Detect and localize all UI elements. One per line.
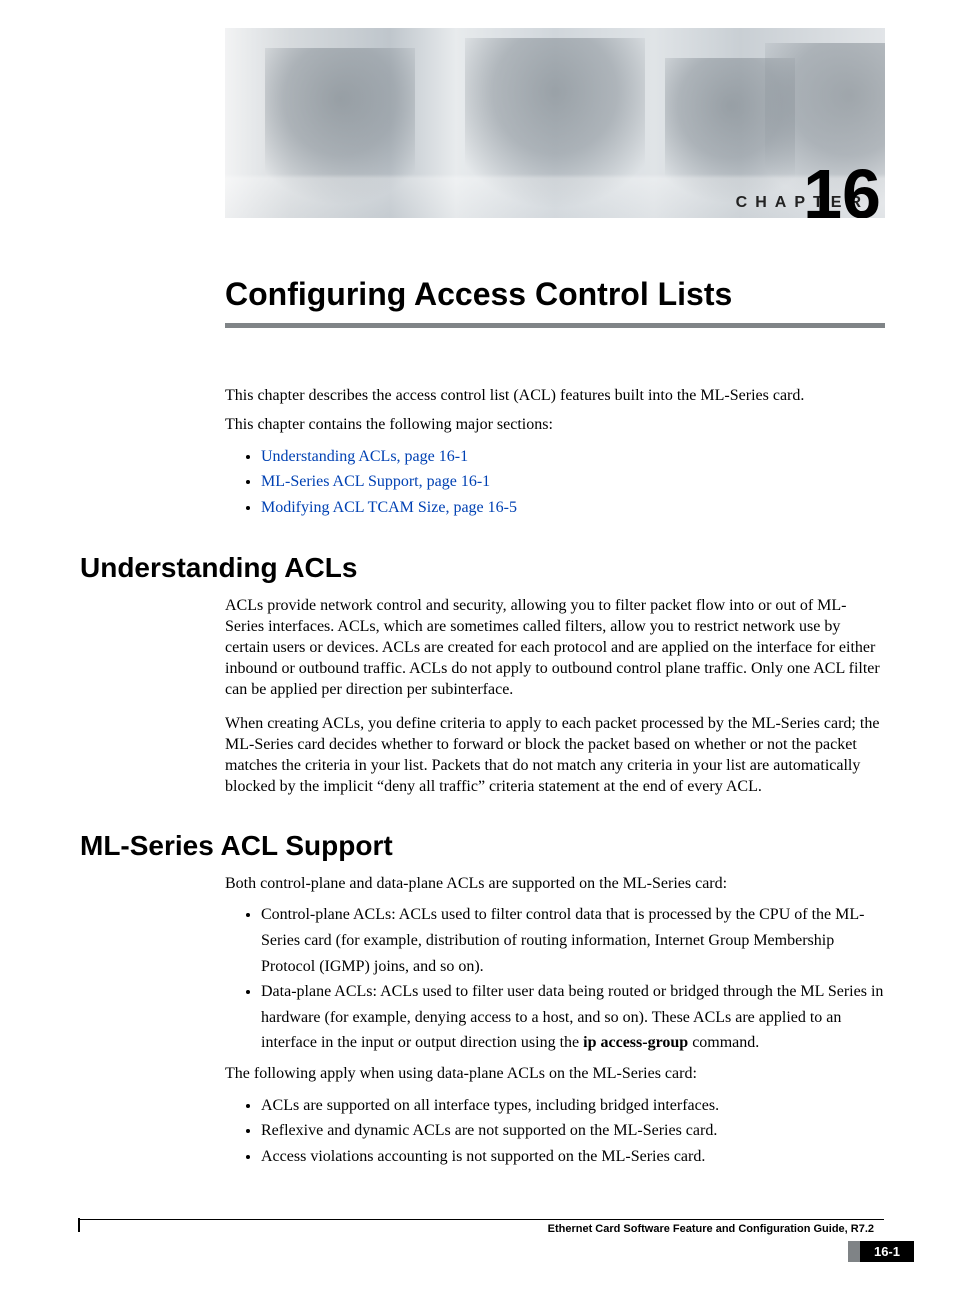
toc-link[interactable]: ML-Series ACL Support, page 16-1 xyxy=(261,469,884,495)
list-item-text: command. xyxy=(688,1034,759,1051)
intro-paragraph: This chapter contains the following majo… xyxy=(225,415,884,436)
toc-link[interactable]: Understanding ACLs, page 16-1 xyxy=(261,444,884,470)
chapter-banner: CHAPTER 16 xyxy=(225,28,885,218)
body-paragraph: The following apply when using data-plan… xyxy=(225,1064,884,1085)
guide-title: Ethernet Card Software Feature and Confi… xyxy=(548,1223,874,1235)
list-item: Reflexive and dynamic ACLs are not suppo… xyxy=(261,1118,884,1144)
page-footer: Ethernet Card Software Feature and Confi… xyxy=(0,1219,954,1235)
chapter-band: CHAPTER xyxy=(225,174,885,218)
list-item: Access violations accounting is not supp… xyxy=(261,1144,884,1170)
footer-tick xyxy=(78,1218,80,1232)
list-item: Control-plane ACLs: ACLs used to filter … xyxy=(261,902,884,979)
chapter-number: 16 xyxy=(803,163,881,218)
command-name: ip access-group xyxy=(583,1034,688,1051)
intro-paragraph: This chapter describes the access contro… xyxy=(225,386,884,407)
body-paragraph: When creating ACLs, you define criteria … xyxy=(225,714,884,797)
list-item-text: Data-plane ACLs: ACLs used to filter use… xyxy=(261,983,883,1051)
body-paragraph: ACLs provide network control and securit… xyxy=(225,596,884,700)
list-item: Data-plane ACLs: ACLs used to filter use… xyxy=(261,979,884,1056)
chapter-title: Configuring Access Control Lists xyxy=(225,276,954,313)
page-number-badge: 16-1 xyxy=(860,1241,914,1262)
apply-list: ACLs are supported on all interface type… xyxy=(225,1093,884,1170)
page: CHAPTER 16 Configuring Access Control Li… xyxy=(0,28,954,1295)
toc-list: Understanding ACLs, page 16-1 ML-Series … xyxy=(225,444,884,521)
toc-link[interactable]: Modifying ACL TCAM Size, page 16-5 xyxy=(261,495,884,521)
title-underline xyxy=(225,323,885,328)
body-paragraph: Both control-plane and data-plane ACLs a… xyxy=(225,874,884,895)
section-heading-understanding: Understanding ACLs xyxy=(80,552,954,584)
section-heading-mlseries: ML-Series ACL Support xyxy=(80,830,954,862)
plane-list: Control-plane ACLs: ACLs used to filter … xyxy=(225,902,884,1056)
list-item: ACLs are supported on all interface type… xyxy=(261,1093,884,1119)
